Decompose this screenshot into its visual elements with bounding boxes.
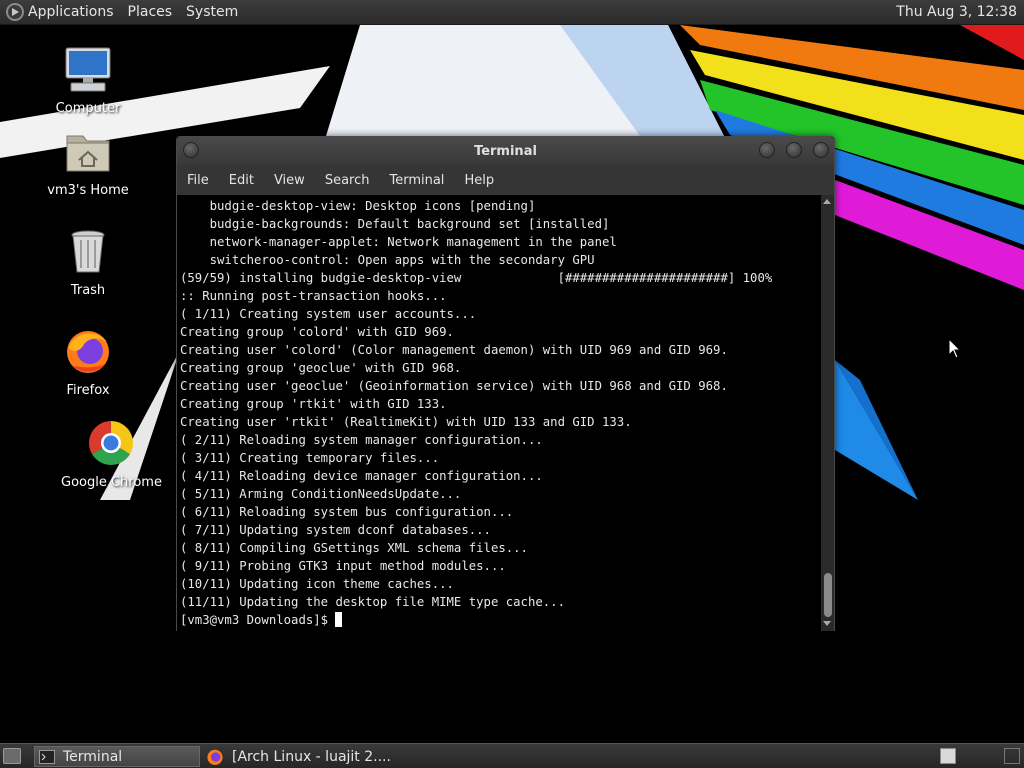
scrollbar-thumb[interactable] <box>824 573 832 617</box>
taskbar-item-label: Terminal <box>63 748 123 765</box>
terminal-line: budgie-backgrounds: Default background s… <box>180 217 610 231</box>
terminal-line: ( 8/11) Compiling GSettings XML schema f… <box>180 541 528 555</box>
desktop-icon-label: vm3's Home <box>47 183 129 198</box>
window-title: Terminal <box>474 144 537 159</box>
terminal-line: ( 9/11) Probing GTK3 input method module… <box>180 559 506 573</box>
window-titlebar[interactable]: Terminal <box>177 137 834 166</box>
close-button[interactable] <box>813 142 829 158</box>
desktop-icon-label: Computer <box>55 101 121 116</box>
top-panel: Applications Places System Thu Aug 3, 12… <box>0 0 1024 25</box>
terminal-prompt-line[interactable]: [vm3@vm3 Downloads]$ <box>180 611 822 629</box>
menu-help[interactable]: Help <box>464 173 494 188</box>
terminal-line: ( 5/11) Arming ConditionNeedsUpdate... <box>180 487 462 501</box>
firefox-icon <box>67 331 109 373</box>
desktop-icon-trash[interactable]: Trash <box>38 226 138 298</box>
taskbar-item-terminal[interactable]: Terminal <box>34 746 200 767</box>
terminal-window[interactable]: Terminal File Edit View Search Terminal … <box>176 136 835 631</box>
terminal-line: (59/59) installing budgie-desktop-view [… <box>180 271 773 285</box>
terminal-menubar: File Edit View Search Terminal Help <box>177 166 834 195</box>
menu-logo-icon[interactable] <box>6 3 24 21</box>
desktop-icon-firefox[interactable]: Firefox <box>38 326 138 398</box>
terminal-line: switcheroo-control: Open apps with the s… <box>180 253 595 267</box>
terminal-line: (11/11) Updating the desktop file MIME t… <box>180 595 565 609</box>
terminal-line: ( 3/11) Creating temporary files... <box>180 451 440 465</box>
terminal-line: ( 4/11) Reloading device manager configu… <box>180 469 543 483</box>
show-desktop-icon[interactable] <box>3 748 21 764</box>
panel-clock[interactable]: Thu Aug 3, 12:38 <box>896 4 1017 20</box>
panel-menu-applications[interactable]: Applications <box>28 4 114 20</box>
text-cursor <box>335 612 343 627</box>
terminal-line: ( 6/11) Reloading system bus configurati… <box>180 505 514 519</box>
desktop-icon-label: Firefox <box>66 383 110 398</box>
terminal-line: Creating user 'colord' (Color management… <box>180 343 728 357</box>
terminal-line: ( 7/11) Updating system dconf databases.… <box>180 523 491 537</box>
desktop-icon-label: Google Chrome <box>61 475 162 490</box>
scroll-up-arrow-icon[interactable] <box>823 199 831 204</box>
terminal-line: network-manager-applet: Network manageme… <box>180 235 617 249</box>
terminal-line: ( 1/11) Creating system user accounts... <box>180 307 477 321</box>
menu-view[interactable]: View <box>274 173 305 188</box>
terminal-line: Creating group 'colord' with GID 969. <box>180 325 454 339</box>
menu-search[interactable]: Search <box>325 173 370 188</box>
workspace-switcher-icon[interactable] <box>940 748 956 764</box>
desktop-icon-home[interactable]: vm3's Home <box>38 126 138 198</box>
computer-icon <box>65 47 111 92</box>
terminal-line: Creating group 'rtkit' with GID 133. <box>180 397 447 411</box>
terminal-line: :: Running post-transaction hooks... <box>180 289 447 303</box>
trash-icon <box>71 230 105 273</box>
taskbar-item-firefox[interactable]: [Arch Linux - luajit 2.... <box>204 746 404 767</box>
bottom-taskbar: Terminal [Arch Linux - luajit 2.... <box>0 743 1024 768</box>
terminal-icon <box>39 749 55 764</box>
terminal-scrollbar[interactable] <box>821 195 834 631</box>
desktop-icon-computer[interactable]: Computer <box>38 44 138 116</box>
terminal-line: budgie-desktop-view: Desktop icons [pend… <box>180 199 536 213</box>
terminal-line: Creating group 'geoclue' with GID 968. <box>180 361 462 375</box>
menu-file[interactable]: File <box>187 173 209 188</box>
desktop-icon-chrome[interactable]: Google Chrome <box>61 418 162 490</box>
menu-terminal[interactable]: Terminal <box>389 173 444 188</box>
terminal-line: Creating user 'geoclue' (Geoinformation … <box>180 379 728 393</box>
taskbar-item-label: [Arch Linux - luajit 2.... <box>232 748 391 765</box>
trash-applet-icon[interactable] <box>1004 748 1020 764</box>
terminal-line: (10/11) Updating icon theme caches... <box>180 577 454 591</box>
chrome-icon <box>89 421 133 465</box>
panel-menu-places[interactable]: Places <box>128 4 173 20</box>
panel-menu-system[interactable]: System <box>186 4 238 20</box>
firefox-icon <box>207 749 223 765</box>
home-folder-icon <box>66 135 110 172</box>
terminal-line: ( 2/11) Reloading system manager configu… <box>180 433 543 447</box>
desktop-icon-label: Trash <box>70 283 106 298</box>
scroll-down-arrow-icon[interactable] <box>823 621 831 626</box>
menu-edit[interactable]: Edit <box>229 173 254 188</box>
terminal-line: Creating user 'rtkit' (RealtimeKit) with… <box>180 415 632 429</box>
terminal-output[interactable]: budgie-desktop-view: Desktop icons [pend… <box>177 195 822 631</box>
maximize-button[interactable] <box>786 142 802 158</box>
terminal-prompt: [vm3@vm3 Downloads]$ <box>180 613 336 627</box>
minimize-button[interactable] <box>759 142 775 158</box>
mouse-pointer-icon <box>948 338 962 359</box>
